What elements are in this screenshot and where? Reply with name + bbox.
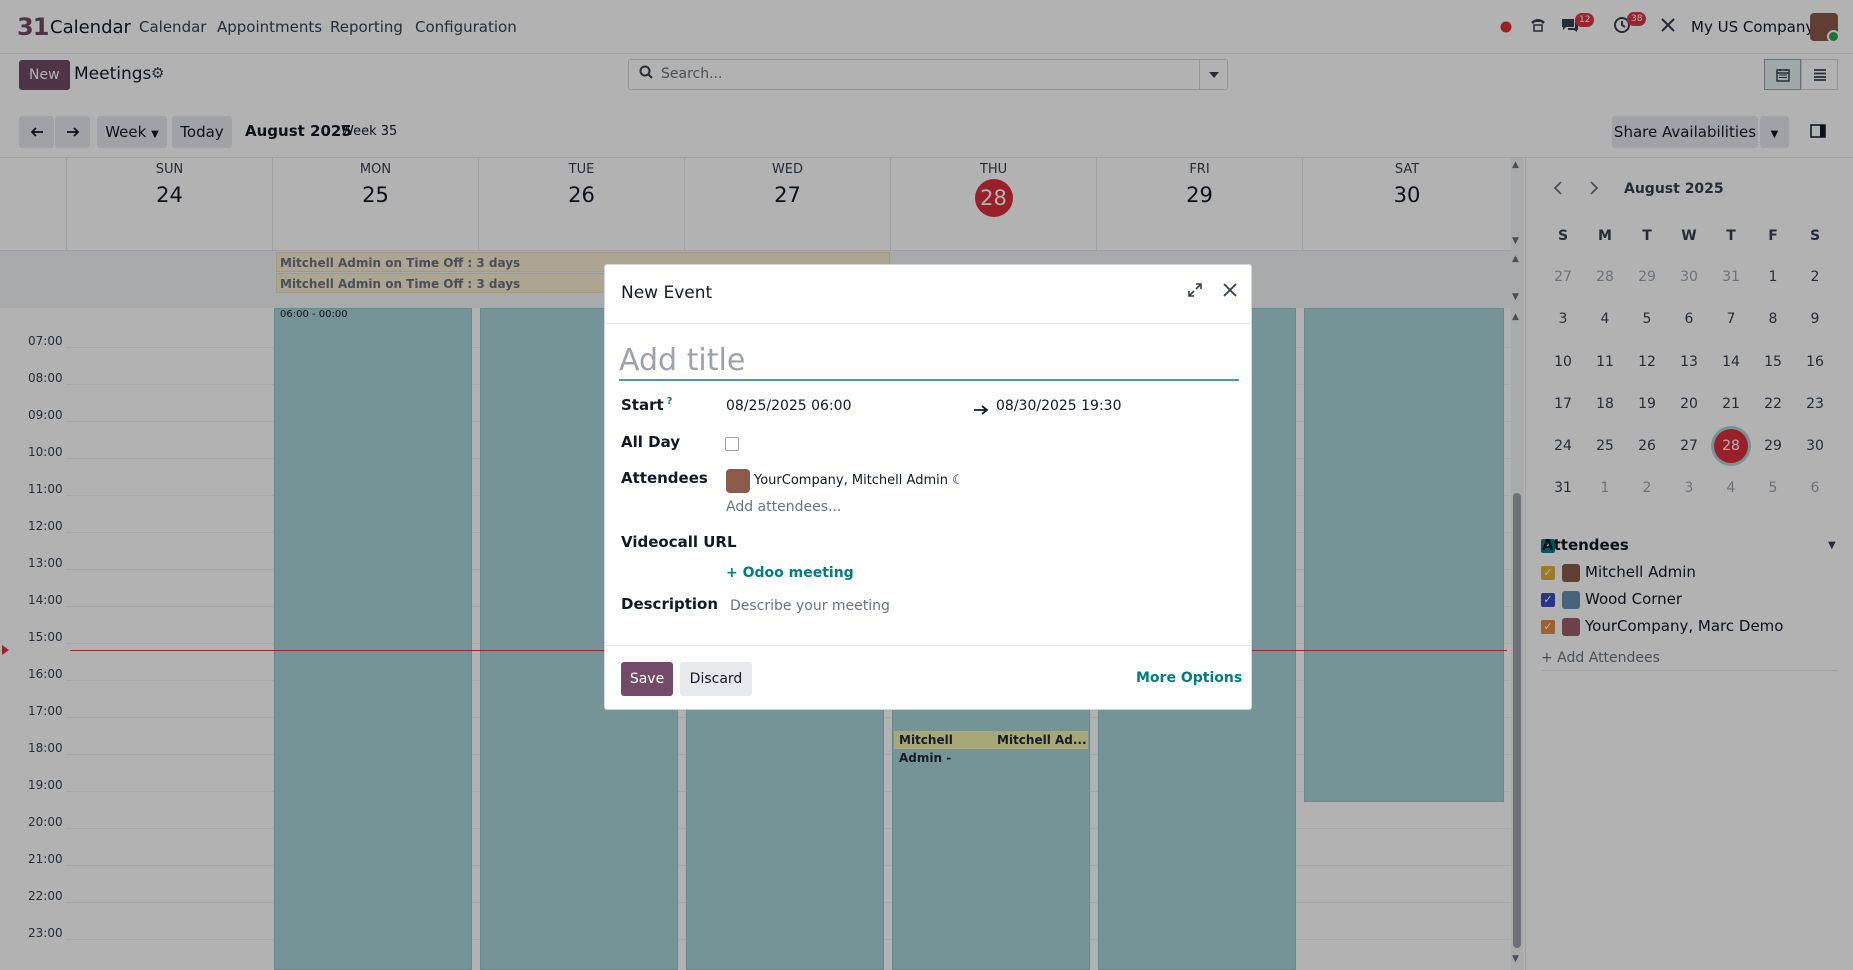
videocall-label: Videocall URL [621,533,737,551]
attendee-tag-name: YourCompany, Mitchell Admin [754,473,948,488]
start-label-text: Start [621,396,664,414]
save-button[interactable]: Save [621,662,673,696]
attendees-label: Attendees [621,469,708,487]
description-label: Description [621,595,719,613]
more-options-link[interactable]: More Options [1136,670,1242,686]
dialog-title: New Event [621,283,713,303]
description-input[interactable]: Describe your meeting [730,598,890,614]
moon-icon: ☾ [952,473,964,488]
allday-checkbox[interactable] [725,437,739,451]
plus-icon: + [726,565,738,581]
odoo-meeting-label: Odoo meeting [742,565,854,581]
dialog-header: New Event [605,265,1251,324]
attendee-avatar [726,469,750,493]
expand-icon[interactable] [1188,283,1202,301]
odoo-meeting-link[interactable]: + Odoo meeting [726,565,854,581]
help-tooltip-icon[interactable]: ? [667,396,673,407]
allday-label: All Day [621,433,681,451]
end-date-field[interactable]: 08/30/2025 19:30 [996,398,1122,414]
add-attendees-input[interactable]: Add attendees... [726,499,841,515]
discard-button[interactable]: Discard [680,662,752,696]
close-icon[interactable] [1222,279,1238,303]
attendee-tag[interactable]: YourCompany, Mitchell Admin ☾ [754,473,964,488]
new-event-dialog: New Event Start? 08/25/2025 06:00 08/30/… [604,264,1252,710]
start-label: Start? [621,396,672,414]
arrow-right-icon [973,401,989,419]
start-date-field[interactable]: 08/25/2025 06:00 [726,398,852,414]
event-title-input[interactable] [619,341,1239,381]
